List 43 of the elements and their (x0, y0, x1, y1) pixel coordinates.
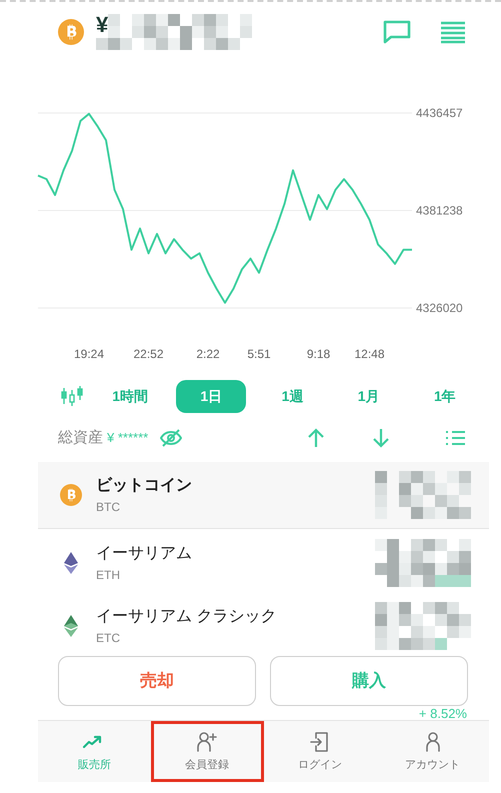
sell-button[interactable]: 売却 (58, 656, 256, 706)
y-axis-label: 4326020 (416, 301, 463, 315)
list-icon[interactable] (445, 430, 465, 446)
chat-icon[interactable] (383, 20, 411, 44)
x-axis-label: 5:51 (247, 347, 271, 361)
asset-symbol: ETC (96, 630, 121, 647)
nav-tab[interactable]: 販売所 (38, 721, 151, 782)
timeframe-tab[interactable]: 1時間 (100, 380, 160, 412)
asset-symbol: BTC (96, 499, 121, 516)
timeframe-tab[interactable]: 1日 (176, 380, 246, 412)
arrow-down-icon[interactable] (373, 428, 389, 448)
x-axis-label: 2:22 (196, 347, 220, 361)
bitcoin-icon (60, 484, 82, 506)
timeframe-tab[interactable]: 1週 (262, 380, 322, 412)
y-axis-label: 4381238 (416, 204, 463, 218)
nav-tab[interactable]: 会員登録 (150, 721, 264, 782)
candlestick-icon[interactable] (60, 386, 84, 406)
x-axis-label: 19:24 (74, 347, 104, 361)
asset-row[interactable]: ビットコイン BTC (38, 462, 489, 529)
add-user-icon (195, 730, 220, 754)
price-change: + 8.52% (418, 707, 467, 720)
asset-name: イーサリアム クラシック (96, 607, 276, 627)
nav-tab[interactable]: ログイン (264, 721, 376, 782)
bitcoin-icon (58, 19, 84, 45)
asset-name: ビットコイン (96, 476, 192, 496)
diamond-icon (64, 552, 78, 574)
timeframe-tab[interactable]: 1年 (414, 380, 475, 412)
menu-icon[interactable] (441, 20, 465, 44)
buy-button[interactable]: 購入 (270, 656, 468, 706)
total-assets-label: 総資産 (58, 428, 103, 448)
currency-symbol: ¥ (96, 14, 108, 36)
hidden-eye-icon[interactable] (160, 429, 182, 447)
timeframe-tab[interactable]: 1月 (338, 380, 399, 412)
y-axis-label: 4436457 (416, 106, 463, 120)
total-assets-value: ¥ ****** (107, 429, 148, 448)
x-axis-label: 9:18 (306, 347, 330, 361)
arrow-up-icon[interactable] (308, 428, 324, 448)
asset-name: イーサリアム (96, 544, 192, 564)
nav-tab[interactable]: アカウント (376, 721, 489, 782)
x-axis-label: 12:48 (354, 347, 385, 361)
x-axis-label: 22:52 (133, 347, 164, 361)
diamond-icon (64, 615, 78, 637)
asset-symbol: ETH (96, 566, 121, 584)
